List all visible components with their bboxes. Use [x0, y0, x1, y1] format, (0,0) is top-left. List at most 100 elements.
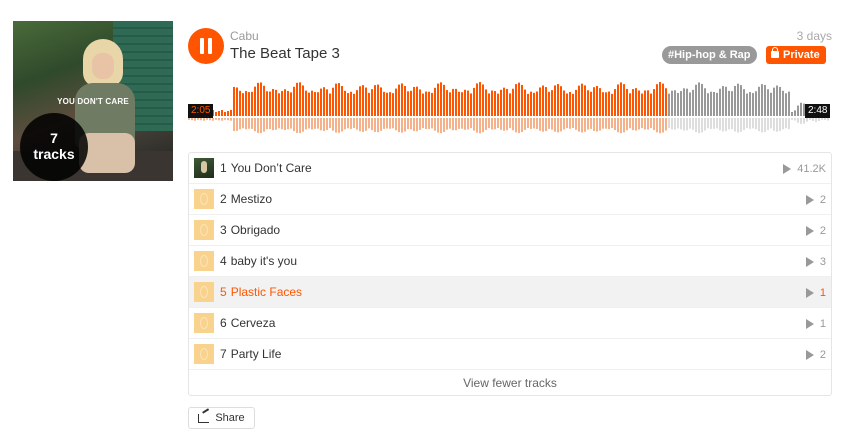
track-title[interactable]: baby it's you — [231, 254, 297, 268]
track-title[interactable]: Party Life — [231, 347, 282, 361]
track-title[interactable]: You Don’t Care — [231, 161, 312, 175]
track-list: 1 You Don’t Care 41.2K 2 Mestizo 2 3 Obr… — [188, 152, 832, 396]
waveform-bar — [491, 90, 493, 116]
waveform-bar-reflection — [359, 118, 361, 132]
track-title[interactable]: Mestizo — [231, 192, 272, 206]
track-row[interactable]: 2 Mestizo 2 — [189, 184, 831, 215]
waveform[interactable] — [188, 76, 832, 138]
pause-icon-bar — [208, 38, 212, 54]
waveform-bar-reflection — [407, 118, 409, 130]
play-count: 2 — [805, 215, 826, 246]
track-row[interactable]: 3 Obrigado 2 — [189, 215, 831, 246]
track-count: 7 — [50, 130, 58, 146]
waveform-bar-reflection — [242, 118, 244, 129]
waveform-bar — [350, 91, 352, 116]
waveform-bar-reflection — [527, 118, 529, 128]
waveform-bar — [473, 87, 475, 116]
waveform-bar-reflection — [386, 118, 388, 129]
waveform-bar-reflection — [485, 118, 487, 130]
waveform-bar-reflection — [578, 118, 580, 132]
waveform-bar — [605, 92, 607, 116]
waveform-bar — [248, 92, 250, 116]
waveform-bar-reflection — [713, 118, 715, 129]
waveform-bar-reflection — [422, 118, 424, 129]
artist-name[interactable]: Cabu — [230, 29, 259, 43]
waveform-bar-reflection — [425, 118, 427, 130]
waveform-bar-reflection — [764, 118, 766, 132]
track-row-playing[interactable]: 5 Plastic Faces 1 — [189, 277, 831, 308]
waveform-bar-reflection — [383, 118, 385, 129]
waveform-bar-reflection — [614, 118, 616, 131]
waveform-bar-reflection — [773, 118, 775, 131]
waveform-bar-reflection — [572, 118, 574, 128]
track-thumbnail — [194, 189, 214, 209]
track-number: 3 — [220, 223, 227, 237]
waveform-bar — [296, 82, 298, 116]
waveform-bar — [437, 83, 439, 116]
track-thumbnail — [194, 220, 214, 240]
artwork-text: YOU DON'T CARE — [57, 97, 129, 106]
waveform-bar — [680, 91, 682, 116]
waveform-bar — [554, 85, 556, 116]
play-count: 3 — [805, 246, 826, 277]
waveform-bar-reflection — [266, 118, 268, 130]
waveform-bar — [791, 112, 793, 116]
waveform-bar-reflection — [299, 118, 301, 134]
waveform-bar — [335, 83, 337, 116]
play-count: 2 — [805, 184, 826, 215]
waveform-bar — [707, 93, 709, 116]
waveform-bar — [758, 86, 760, 116]
waveform-bar-reflection — [332, 118, 334, 131]
waveform-bar-reflection — [542, 118, 544, 132]
waveform-bar-reflection — [800, 118, 802, 124]
waveform-bar-reflection — [812, 118, 814, 121]
share-button[interactable]: Share — [188, 407, 255, 429]
waveform-bar — [404, 85, 406, 116]
track-row[interactable]: 1 You Don’t Care 41.2K — [189, 153, 831, 184]
waveform-bar-reflection — [803, 118, 805, 124]
waveform-bar — [746, 93, 748, 116]
waveform-bar-reflection — [509, 118, 511, 129]
waveform-bar-reflection — [296, 118, 298, 133]
playlist-artwork[interactable]: YOU DON'T CARE 7 tracks — [13, 21, 173, 181]
waveform-bar — [272, 88, 274, 116]
track-row[interactable]: 4 baby it's you 3 — [189, 246, 831, 277]
track-thumbnail — [194, 313, 214, 333]
waveform-bar-reflection — [449, 118, 451, 129]
waveform-bar-reflection — [200, 118, 202, 121]
waveform-bar — [548, 91, 550, 116]
waveform-bar-reflection — [278, 118, 280, 129]
waveform-bar — [269, 91, 271, 116]
waveform-bar-reflection — [473, 118, 475, 131]
waveform-bar-reflection — [377, 118, 379, 133]
waveform-bar-reflection — [623, 118, 625, 133]
waveform-bar — [590, 91, 592, 116]
waveform-bar — [467, 90, 469, 116]
track-title[interactable]: Cerveza — [231, 316, 276, 330]
waveform-bar-reflection — [470, 118, 472, 129]
track-row[interactable]: 7 Party Life 2 — [189, 339, 831, 370]
track-title[interactable]: Obrigado — [231, 223, 280, 237]
track-title[interactable]: Plastic Faces — [231, 285, 302, 299]
waveform-bar — [776, 85, 778, 116]
waveform-bar-reflection — [503, 118, 505, 131]
waveform-bar-reflection — [626, 118, 628, 131]
waveform-bar — [242, 93, 244, 116]
waveform-bar-reflection — [461, 118, 463, 129]
waveform-bar-reflection — [248, 118, 250, 129]
view-fewer-tracks-link[interactable]: View fewer tracks — [189, 370, 831, 396]
waveform-bar — [527, 93, 529, 116]
waveform-bar — [521, 84, 523, 116]
waveform-bar-reflection — [695, 118, 697, 133]
track-row[interactable]: 6 Cerveza 1 — [189, 308, 831, 339]
pause-button[interactable] — [188, 28, 224, 64]
waveform-bar-reflection — [653, 118, 655, 131]
private-badge: Private — [766, 46, 826, 64]
waveform-bar — [659, 82, 661, 116]
genre-tag[interactable]: #Hip-hop & Rap — [662, 46, 757, 64]
share-label: Share — [215, 412, 245, 424]
waveform-bar-reflection — [824, 118, 826, 121]
playlist-title[interactable]: The Beat Tape 3 — [230, 45, 340, 62]
waveform-bar-reflection — [599, 118, 601, 131]
waveform-bar-reflection — [368, 118, 370, 129]
